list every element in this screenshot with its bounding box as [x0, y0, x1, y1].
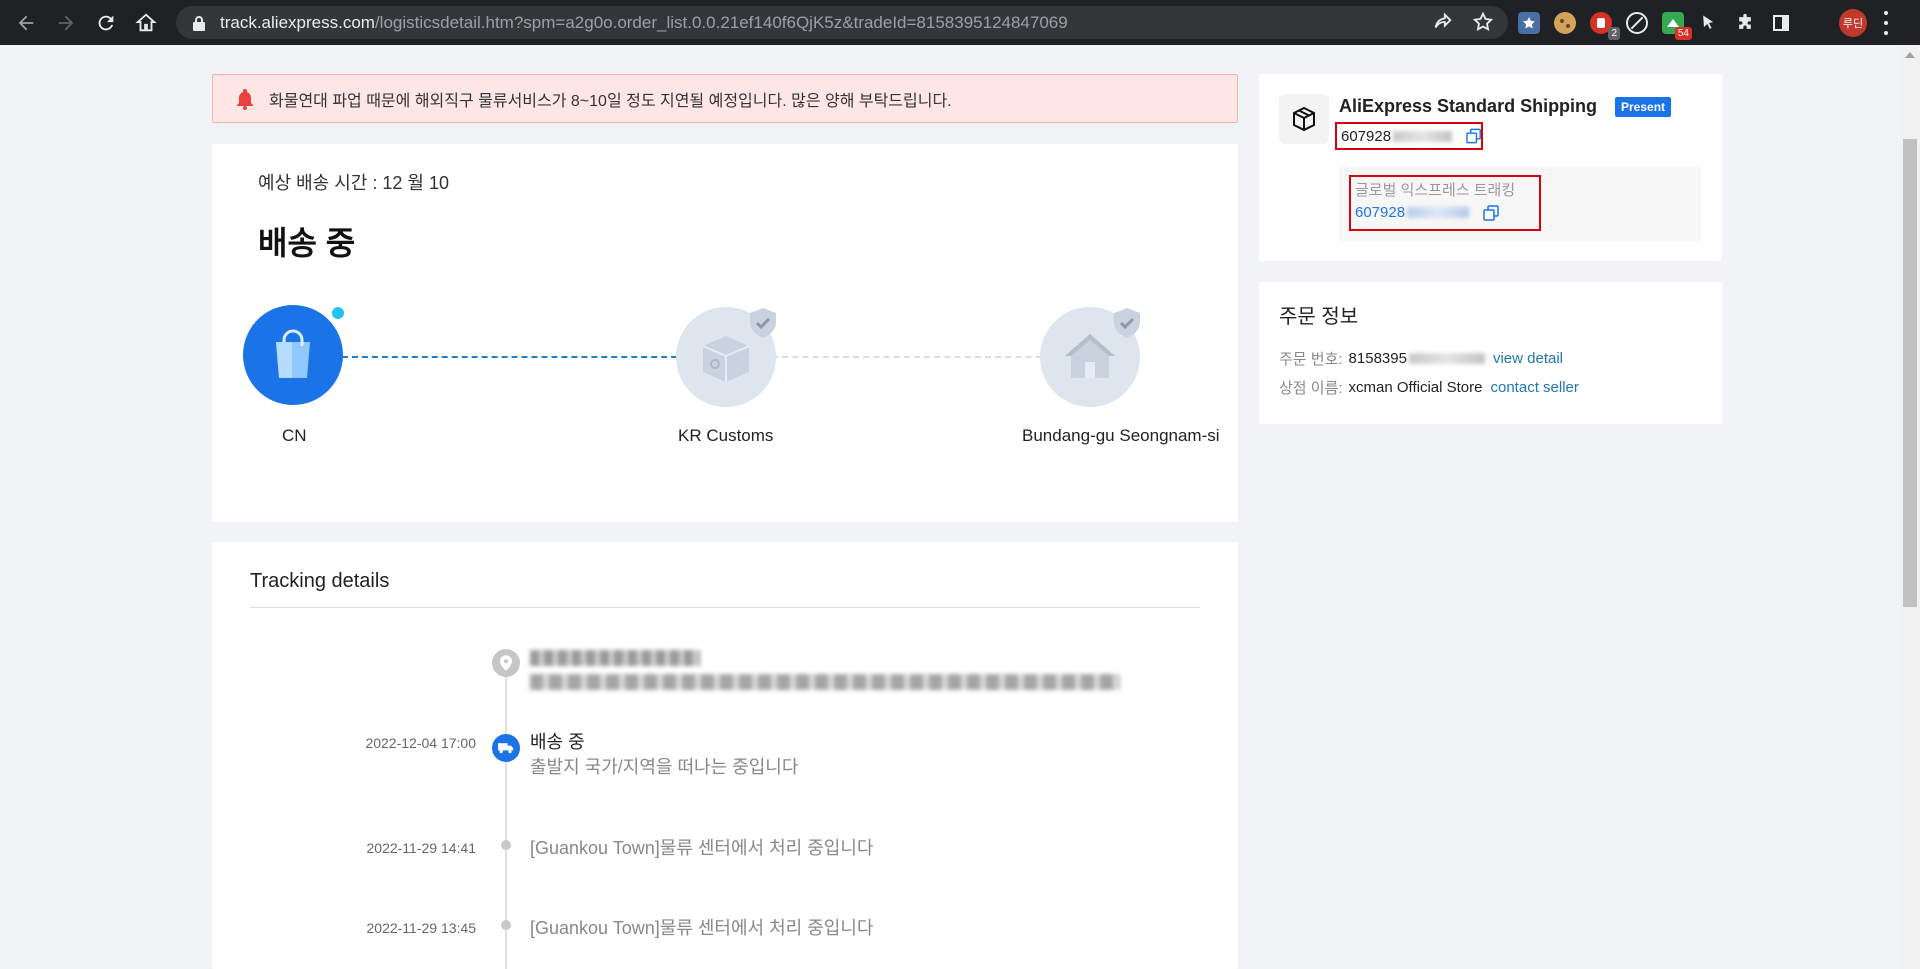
share-icon[interactable] [1432, 11, 1454, 33]
delivery-status-card: 예상 배송 시간 : 12 월 10 배송 중 CN KR Customs Bu… [212, 144, 1238, 522]
forward-button[interactable] [50, 7, 82, 39]
lock-icon [193, 15, 205, 31]
event-time: 2022-12-04 17:00 [365, 735, 476, 751]
event-time: 2022-11-29 13:45 [366, 920, 477, 936]
profile-avatar[interactable]: 루딘 [1839, 9, 1867, 37]
step-customs-label: KR Customs [678, 426, 774, 445]
url-text[interactable]: track.aliexpress.com/logisticsdetail.htm… [220, 13, 1068, 33]
contact-seller-link[interactable]: contact seller [1491, 379, 1579, 396]
redacted-order-digits [1408, 353, 1485, 364]
reload-button[interactable] [90, 7, 122, 39]
view-detail-link[interactable]: view detail [1493, 350, 1563, 367]
browser-toolbar: track.aliexpress.com/logisticsdetail.htm… [0, 0, 1920, 45]
browser-menu-icon[interactable] [1884, 11, 1890, 35]
scroll-up-arrow-icon[interactable] [1905, 52, 1915, 58]
event-time: 2022-11-29 14:41 [366, 840, 477, 856]
tracking-divider [250, 607, 1200, 608]
progress-line-pending [772, 356, 1062, 358]
shield-ext-badge: 2 [1608, 27, 1620, 40]
price-ext-icon[interactable]: 54 [1662, 12, 1692, 40]
event-title: 배송 중 [530, 732, 585, 752]
scrollbar-thumb[interactable] [1903, 139, 1917, 607]
alert-message: 화물연대 파업 때문에 해외직구 물류서비스가 8~10일 정도 지연될 예정입… [269, 92, 952, 110]
cookie-icon[interactable] [1554, 12, 1576, 34]
copy-icon[interactable] [1466, 128, 1481, 144]
present-badge: Present [1615, 97, 1672, 117]
url-path: /logisticsdetail.htm?spm=a2g0o.order_lis… [374, 12, 1068, 32]
extensions-area: 2 54 [1518, 8, 1792, 40]
global-tracking-label: 글로벌 익스프레스 트래킹 [1355, 182, 1516, 199]
bookmark-star-outline-icon[interactable] [1472, 11, 1494, 33]
address-bar[interactable]: track.aliexpress.com/logisticsdetail.htm… [176, 6, 1508, 39]
side-panel-icon[interactable] [1770, 12, 1792, 34]
event-description: [Guankou Town]물류 센터에서 처리 중입니다 [530, 918, 874, 938]
redacted-tracking-digits [1393, 130, 1452, 142]
bookmark-star-icon[interactable] [1518, 12, 1540, 34]
global-tracking-box: 글로벌 익스프레스 트래킹 607928 [1349, 175, 1541, 231]
tracking-number-box: 607928 [1335, 122, 1483, 150]
truck-icon [492, 734, 520, 762]
tracking-details-card: Tracking details 2022-12-04 17:00 배송 중 출… [212, 542, 1238, 969]
timeline-dot [501, 840, 511, 850]
redacted-address [530, 674, 1120, 690]
step-origin-label: CN [282, 426, 307, 445]
box-outline-icon [1293, 106, 1315, 132]
shipping-method-card: AliExpress Standard Shipping Present 607… [1259, 74, 1722, 261]
package-box-icon [1279, 94, 1329, 144]
tracking-details-title: Tracking details [250, 570, 390, 592]
timeline-dot [501, 920, 511, 930]
redacted-global-digits [1407, 207, 1470, 218]
order-info-title: 주문 정보 [1279, 306, 1359, 328]
arrow-right-icon [58, 15, 74, 30]
event-description: 출발지 국가/지역을 떠나는 중입니다 [530, 757, 799, 777]
order-number-label: 주문 번호: [1279, 351, 1343, 368]
copy-icon[interactable] [1483, 204, 1499, 221]
destination-shield-check-icon [1114, 308, 1140, 338]
delay-alert-banner: 화물연대 파업 때문에 해외직구 물류서비스가 8~10일 정도 지연될 예정입… [212, 74, 1238, 123]
bell-icon [237, 88, 253, 110]
step-origin-icon [243, 305, 343, 405]
order-number-row: 주문 번호: 8158395 view detail [1279, 348, 1563, 369]
url-host: track.aliexpress.com [220, 12, 375, 32]
store-name: xcman Official Store [1348, 379, 1483, 396]
shipping-method-name: AliExpress Standard Shipping [1339, 96, 1598, 116]
puzzle-icon[interactable] [1734, 12, 1756, 34]
store-name-label: 상점 이름: [1279, 380, 1343, 397]
redacted-recipient [530, 650, 700, 666]
truck-shape-icon [498, 743, 514, 754]
event-description: [Guankou Town]물류 센터에서 처리 중입니다 [530, 838, 874, 858]
price-ext-badge: 54 [1674, 27, 1692, 40]
pin-shape-icon [500, 655, 512, 671]
order-info-card: 주문 정보 주문 번호: 8158395 view detail 상점 이름: … [1259, 282, 1722, 424]
block-icon[interactable] [1626, 12, 1648, 34]
shopping-bag-icon [276, 329, 310, 378]
customs-shield-check-icon [750, 308, 776, 338]
back-button[interactable] [10, 7, 42, 39]
tracking-number[interactable]: 607928 [1341, 128, 1391, 145]
global-tracking-number[interactable]: 607928 [1355, 204, 1405, 221]
extensions-puzzle-icon [1739, 13, 1751, 29]
order-number: 8158395 [1348, 350, 1407, 367]
step-destination-label: Bundang-gu Seongnam-si [1022, 426, 1220, 445]
store-name-row: 상점 이름: xcman Official Store contact sell… [1279, 377, 1579, 398]
home-button[interactable] [130, 7, 162, 39]
current-step-dot [332, 307, 344, 319]
arrow-left-icon [18, 15, 34, 30]
home-icon [135, 13, 157, 31]
reload-icon [98, 15, 114, 30]
cursor-icon [1703, 15, 1714, 29]
star-icon [1523, 17, 1535, 29]
cursor-ext-icon[interactable] [1698, 12, 1720, 34]
location-pin-icon [492, 649, 520, 677]
shield-ext-icon[interactable]: 2 [1590, 12, 1620, 40]
delivery-status-title: 배송 중 [258, 225, 356, 261]
estimated-delivery-time: 예상 배송 시간 : 12 월 10 [258, 173, 449, 193]
progress-line-completed [342, 356, 727, 358]
